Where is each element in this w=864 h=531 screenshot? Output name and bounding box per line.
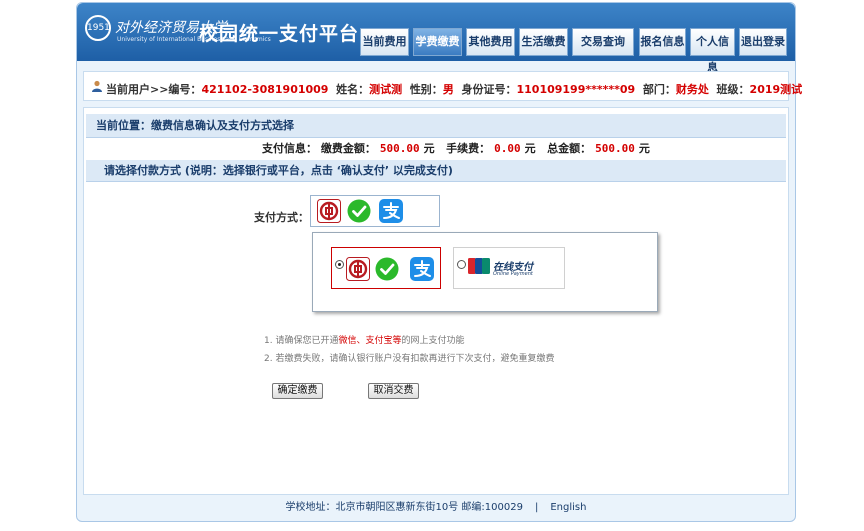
total-amount: 500.00 [595, 142, 635, 155]
school-address: 学校地址：北京市朝阳区惠新东街10号 邮编:100029 [285, 502, 523, 513]
fee-amount: 500.00 [379, 142, 420, 155]
breadcrumb: 当前位置：缴费信息确认及支付方式选择 [86, 114, 786, 138]
unionpay-icon [468, 258, 490, 274]
alipay-icon [379, 199, 403, 223]
option-wallets[interactable] [331, 247, 441, 289]
nav-transaction-query[interactable]: 交易查询 [572, 28, 634, 56]
user-idcard: 110109199******09 [516, 83, 636, 96]
user-info-bar: 当前用户>>编号：421102-3081901009 姓名：测试测 性别：男 身… [83, 71, 802, 101]
user-class: 2019测试 [749, 83, 803, 96]
footer: 学校地址：北京市朝阳区惠新东街10号 邮编:100029 | English [77, 495, 795, 521]
user-gender: 男 [442, 83, 454, 96]
header: 1951 对外经济贸易大学 University of Internationa… [77, 3, 795, 74]
user-info-line: 当前用户>>编号：421102-3081901009 姓名：测试测 性别：男 身… [106, 83, 803, 96]
user-dept: 财务处 [675, 83, 709, 96]
confirm-payment-button[interactable]: 确定缴费 [272, 383, 323, 399]
user-name: 测试测 [369, 83, 403, 96]
note-2: 2. 若缴费失败，请确认银行账户没有扣款再进行下次支付，避免重复缴费 [264, 354, 555, 364]
english-link[interactable]: English [550, 502, 586, 513]
handling-amount: 0.00 [494, 142, 521, 155]
nav-logout[interactable]: 退出登录 [739, 28, 787, 56]
option-unionpay-online[interactable]: 在线支付 Online Payment [453, 247, 565, 289]
note-1: 1. 请确保您已开通微信、支付宝等的网上支付功能 [264, 336, 465, 346]
footer-separator: | [534, 502, 539, 513]
boc-icon [346, 257, 370, 281]
radio-wallets[interactable] [335, 260, 344, 269]
online-pay-label-en: Online Payment [493, 271, 533, 277]
user-id: 421102-3081901009 [201, 83, 329, 96]
wechat-pay-icon [375, 257, 399, 281]
payment-options-panel: 在线支付 Online Payment [312, 232, 658, 312]
nav-other-fees[interactable]: 其他费用 [466, 28, 515, 56]
nav-current-fees[interactable]: 当前费用 [360, 28, 409, 56]
user-icon [92, 80, 102, 92]
platform-title: 校园统一支付平台 [199, 23, 360, 45]
boc-icon [317, 199, 341, 223]
wechat-pay-icon [347, 199, 371, 223]
radio-unionpay[interactable] [457, 260, 466, 269]
selected-method-display [310, 195, 440, 227]
page-frame: 1951 对外经济贸易大学 University of Internationa… [76, 2, 802, 522]
nav-registration-info[interactable]: 报名信息 [639, 28, 686, 56]
payment-method-label: 支付方式： [254, 211, 309, 224]
nav-personal-info[interactable]: 个人信息 [690, 28, 735, 74]
main-content: 当前位置：缴费信息确认及支付方式选择 支付信息： 缴费金额： 500.00 元 手续… [83, 107, 789, 495]
payment-summary: 支付信息： 缴费金额： 500.00 元 手续费： 0.00 元 总金额： 500.00 元 [262, 142, 650, 155]
alipay-icon [410, 257, 434, 281]
nav-living-fees[interactable]: 生活缴费 [519, 28, 568, 56]
cancel-payment-button[interactable]: 取消交费 [368, 383, 419, 399]
school-logo: 1951 [85, 15, 111, 41]
payment-hint: 请选择付款方式 (说明：选择银行或平台，点击 ‘确认支付’ 以完成支付) [86, 160, 786, 182]
nav-tuition[interactable]: 学费缴费 [413, 28, 462, 56]
